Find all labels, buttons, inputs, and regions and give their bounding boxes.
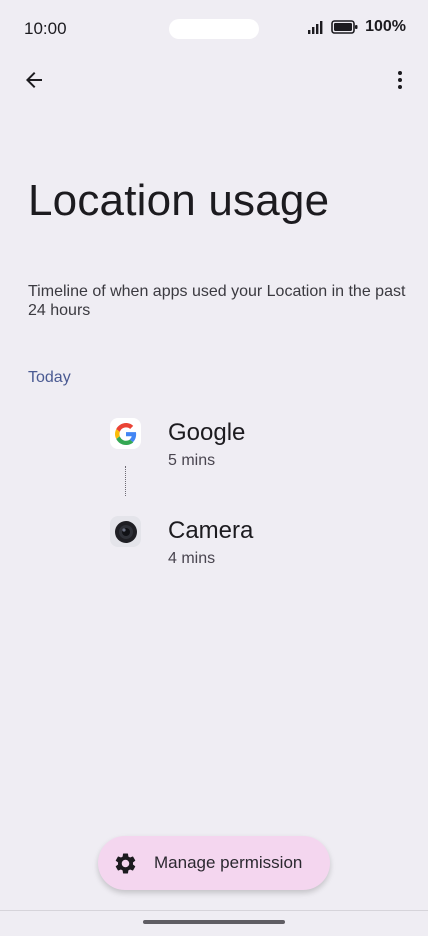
- app-name: Google: [168, 419, 246, 446]
- more-vert-icon: [398, 71, 402, 89]
- status-icons: 100%: [307, 18, 406, 36]
- status-time: 10:00: [24, 19, 67, 38]
- timeline-item-camera[interactable]: Camera 4 mins: [110, 516, 410, 568]
- camera-lens-icon: [110, 516, 141, 547]
- section-header-today: Today: [28, 369, 71, 386]
- app-duration: 4 mins: [168, 550, 216, 567]
- back-button[interactable]: [18, 64, 50, 96]
- page-description: Timeline of when apps used your Location…: [28, 283, 406, 319]
- google-g-icon: [110, 418, 141, 449]
- arrow-back-icon: [26, 72, 42, 88]
- camera-cutout: [169, 19, 259, 39]
- page-title: Location usage: [28, 176, 330, 225]
- manage-permission-label: Manage permission: [154, 853, 303, 872]
- battery-percentage: 100%: [365, 18, 406, 35]
- gear-icon: [115, 853, 136, 874]
- app-name: Camera: [168, 517, 254, 544]
- top-app-bar: [0, 60, 428, 100]
- more-options-button[interactable]: [384, 64, 416, 96]
- home-indicator[interactable]: [143, 920, 285, 924]
- timeline-item-google[interactable]: Google 5 mins: [110, 418, 410, 470]
- manage-permission-button[interactable]: Manage permission: [98, 836, 330, 890]
- bottom-divider: [0, 910, 428, 911]
- battery-icon: [331, 19, 359, 35]
- status-bar: 10:00 100%: [0, 0, 428, 58]
- timeline-connector: [125, 466, 126, 496]
- app-duration: 5 mins: [168, 452, 216, 469]
- signal-icon: [307, 19, 325, 35]
